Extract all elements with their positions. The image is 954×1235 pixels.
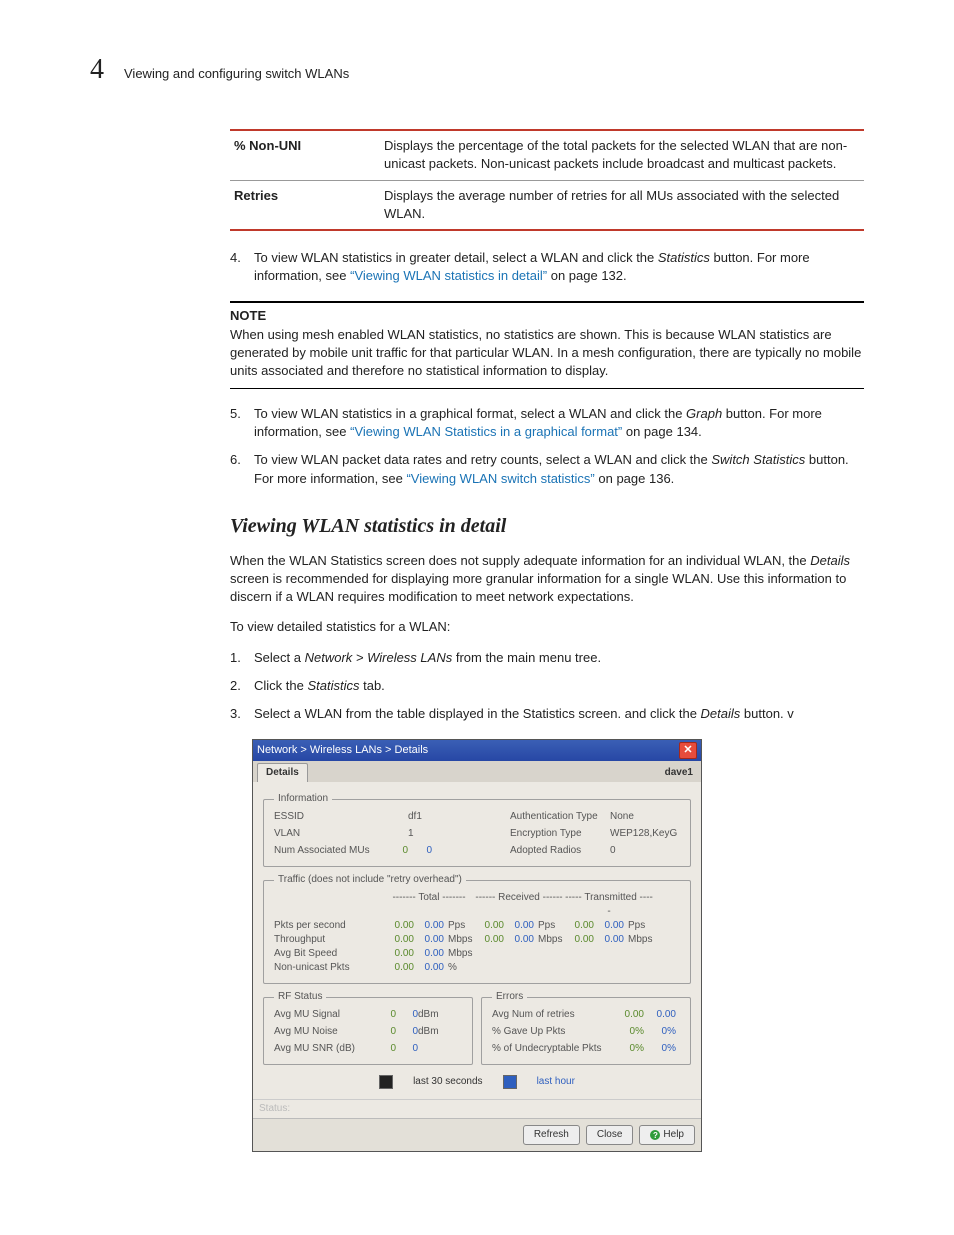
- def-term: % Non-UNI: [230, 137, 384, 173]
- user-label: dave1: [665, 766, 697, 782]
- definitions-table: % Non-UNI Displays the percentage of the…: [230, 129, 864, 231]
- information-fieldset: Information ESSIDdf1 Authentication Type…: [263, 792, 691, 867]
- status-bar: Status:: [253, 1099, 701, 1118]
- dialog-title: Network > Wireless LANs > Details: [257, 743, 428, 758]
- errors-fieldset: Errors Avg Num of retries0.000.00% Gave …: [481, 990, 691, 1065]
- refresh-button[interactable]: Refresh: [523, 1125, 580, 1145]
- link-detail-stats[interactable]: “Viewing WLAN statistics in detail”: [350, 268, 547, 283]
- help-button[interactable]: ?Help: [639, 1125, 695, 1145]
- paragraph: When the WLAN Statistics screen does not…: [230, 552, 864, 607]
- swatch-lasthour: [503, 1075, 517, 1089]
- step-text: To view WLAN statistics in a graphical f…: [254, 405, 864, 441]
- step-number: 6.: [230, 451, 254, 487]
- dialog-footer: Refresh Close ?Help: [253, 1118, 701, 1151]
- page-title: Viewing and configuring switch WLANs: [124, 65, 349, 83]
- link-graphical-stats[interactable]: “Viewing WLAN Statistics in a graphical …: [350, 424, 622, 439]
- def-term: Retries: [230, 187, 384, 223]
- dialog-titlebar: Network > Wireless LANs > Details ✕: [253, 740, 701, 761]
- step-4: 4. To view WLAN statistics in greater de…: [230, 249, 864, 285]
- section-heading: Viewing WLAN statistics in detail: [230, 512, 864, 540]
- traffic-fieldset: Traffic (does not include "retry overhea…: [263, 873, 691, 984]
- tab-details[interactable]: Details: [257, 763, 308, 782]
- def-desc: Displays the average number of retries f…: [384, 187, 864, 223]
- link-switch-stats[interactable]: “Viewing WLAN switch statistics”: [406, 471, 594, 486]
- step-number: 5.: [230, 405, 254, 441]
- traffic-row: Pkts per second0.000.00Pps0.000.00Pps0.0…: [274, 919, 680, 933]
- note-block: NOTE When using mesh enabled WLAN statis…: [230, 301, 864, 389]
- details-dialog: Network > Wireless LANs > Details ✕ Deta…: [252, 739, 702, 1152]
- step-number: 4.: [230, 249, 254, 285]
- note-text: When using mesh enabled WLAN statistics,…: [230, 326, 864, 381]
- swatch-last30: [379, 1075, 393, 1089]
- traffic-row: Avg Bit Speed0.000.00Mbps: [274, 947, 680, 961]
- step-5: 5. To view WLAN statistics in a graphica…: [230, 405, 864, 488]
- paragraph: To view detailed statistics for a WLAN:: [230, 618, 864, 636]
- traffic-row: Throughput0.000.00Mbps0.000.00Mbps0.000.…: [274, 933, 680, 947]
- rf-status-fieldset: RF Status Avg MU Signal00dBmAvg MU Noise…: [263, 990, 473, 1065]
- close-icon[interactable]: ✕: [679, 742, 697, 759]
- help-icon: ?: [650, 1130, 660, 1140]
- page-number: 4: [90, 50, 104, 89]
- steps-list: 1.Select a Network > Wireless LANs from …: [230, 649, 864, 724]
- time-legend: last 30 seconds last hour: [263, 1075, 691, 1089]
- step-text: To view WLAN packet data rates and retry…: [254, 451, 864, 487]
- page-header: 4 Viewing and configuring switch WLANs: [90, 50, 864, 89]
- close-button[interactable]: Close: [586, 1125, 634, 1145]
- def-desc: Displays the percentage of the total pac…: [384, 137, 864, 173]
- step-text: To view WLAN statistics in greater detai…: [254, 249, 864, 285]
- note-label: NOTE: [230, 307, 864, 325]
- traffic-row: Non-unicast Pkts0.000.00%: [274, 961, 680, 975]
